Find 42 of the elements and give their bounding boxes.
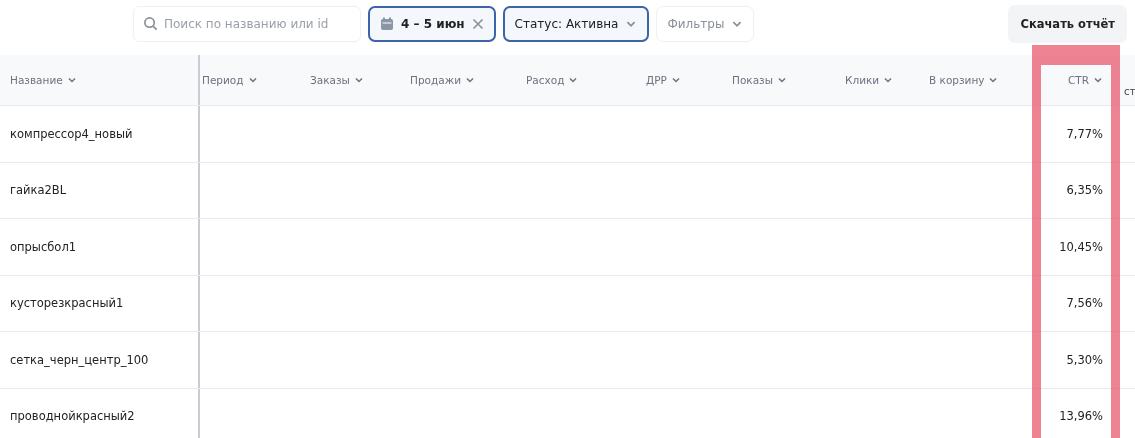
- date-filter[interactable]: 4 – 5 июн: [368, 6, 496, 42]
- column-header[interactable]: Показы: [732, 74, 787, 86]
- chevron-icon: [1093, 75, 1103, 85]
- table-cell: сетка_черн_центр_100: [10, 352, 149, 367]
- column-header[interactable]: Расход: [526, 74, 579, 86]
- chevron-icon: [568, 75, 579, 85]
- chevron-icon: [247, 75, 258, 85]
- chevron-icon: [464, 75, 475, 85]
- column-header[interactable]: Продажи: [410, 74, 475, 86]
- column-header[interactable]: Заказы: [310, 74, 364, 86]
- table-cell: компрессор4_новый: [10, 126, 133, 141]
- chevron-icon: [66, 75, 77, 85]
- chevron-icon: [777, 75, 787, 85]
- column-header[interactable]: CTR: [1067, 74, 1103, 86]
- calendar-icon: [380, 17, 394, 31]
- download-report-button[interactable]: Скачать отчёт: [1008, 5, 1127, 43]
- table-cell: 7,77%: [1066, 126, 1103, 141]
- column-header[interactable]: ДРР: [646, 74, 681, 86]
- column-header[interactable]: Клики: [845, 74, 894, 86]
- column-header[interactable]: В корзину: [929, 74, 999, 86]
- table-cell: гайка2BL: [10, 183, 67, 198]
- search-icon: [143, 16, 158, 31]
- column-header: ст: [1124, 86, 1135, 97]
- chevron-icon: [670, 75, 681, 85]
- chevron-icon: [883, 75, 894, 85]
- table-cell: 6,35%: [1066, 183, 1103, 198]
- table-cell: опрысбол1: [10, 239, 77, 254]
- table-cell: 13,96%: [1059, 409, 1103, 424]
- table-cell: 10,45%: [1059, 239, 1103, 254]
- filters-dropdown[interactable]: Фильтры: [656, 6, 755, 42]
- column-header[interactable]: Название: [10, 74, 77, 86]
- column-header[interactable]: Период: [202, 74, 258, 86]
- search-field[interactable]: Поиск по названию или id: [133, 6, 361, 42]
- table-cell: проводнойкрасный2: [10, 409, 135, 424]
- table-cell: 7,56%: [1066, 296, 1103, 311]
- table-cell: 5,30%: [1066, 352, 1103, 367]
- date-range: 4 – 5 июн: [401, 17, 465, 31]
- status-filter[interactable]: Статус: Активна: [502, 6, 650, 42]
- close-icon[interactable]: [471, 18, 484, 30]
- chevron-icon: [353, 75, 364, 85]
- chevron-icon: [988, 75, 999, 85]
- table-cell: кусторезкрасный1: [10, 296, 124, 311]
